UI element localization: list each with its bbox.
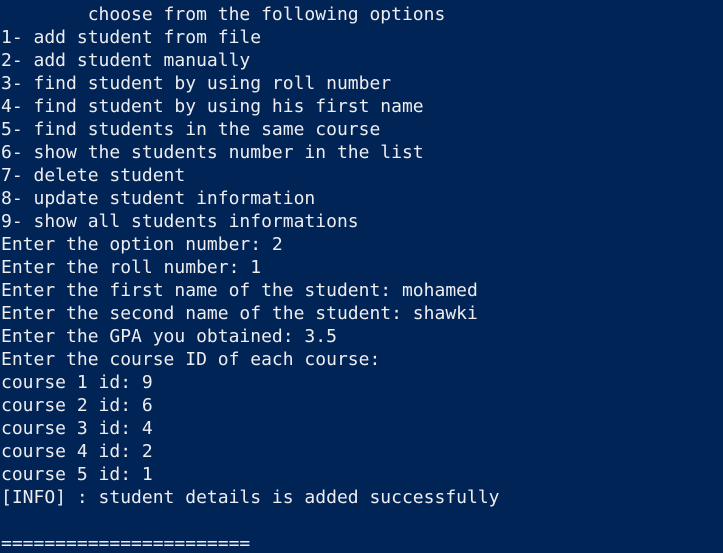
info-message: [INFO] : student details is added succes… xyxy=(1,487,500,508)
course-3-id-line: course 3 id: 4 xyxy=(1,418,153,439)
second-name-prompt: Enter the second name of the student: sh… xyxy=(1,303,478,324)
course-5-id-line: course 5 id: 1 xyxy=(1,464,153,485)
menu-option-5: 5- find students in the same course xyxy=(1,119,381,140)
course-2-id-line: course 2 id: 6 xyxy=(1,395,153,416)
menu-option-4: 4- find student by using his first name xyxy=(1,96,424,117)
menu-option-7: 7- delete student xyxy=(1,165,186,186)
menu-header: choose from the following options xyxy=(1,4,446,25)
course-4-id-line: course 4 id: 2 xyxy=(1,441,153,462)
menu-option-6: 6- show the students number in the list xyxy=(1,142,424,163)
menu-option-1: 1- add student from file xyxy=(1,27,262,48)
course-1-id-line: course 1 id: 9 xyxy=(1,372,153,393)
menu-option-9: 9- show all students informations xyxy=(1,211,359,232)
first-name-prompt: Enter the first name of the student: moh… xyxy=(1,280,478,301)
course-id-prompt: Enter the course ID of each course: xyxy=(1,349,381,370)
menu-option-8: 8- update student information xyxy=(1,188,316,209)
roll-number-prompt: Enter the roll number: 1 xyxy=(1,257,262,278)
separator-line: ======================= xyxy=(1,533,251,553)
menu-option-3: 3- find student by using roll number xyxy=(1,73,392,94)
menu-option-2: 2- add student manually xyxy=(1,50,251,71)
option-number-prompt: Enter the option number: 2 xyxy=(1,234,283,255)
gpa-prompt: Enter the GPA you obtained: 3.5 xyxy=(1,326,337,347)
console-output[interactable]: choose from the following options 1- add… xyxy=(0,0,723,553)
